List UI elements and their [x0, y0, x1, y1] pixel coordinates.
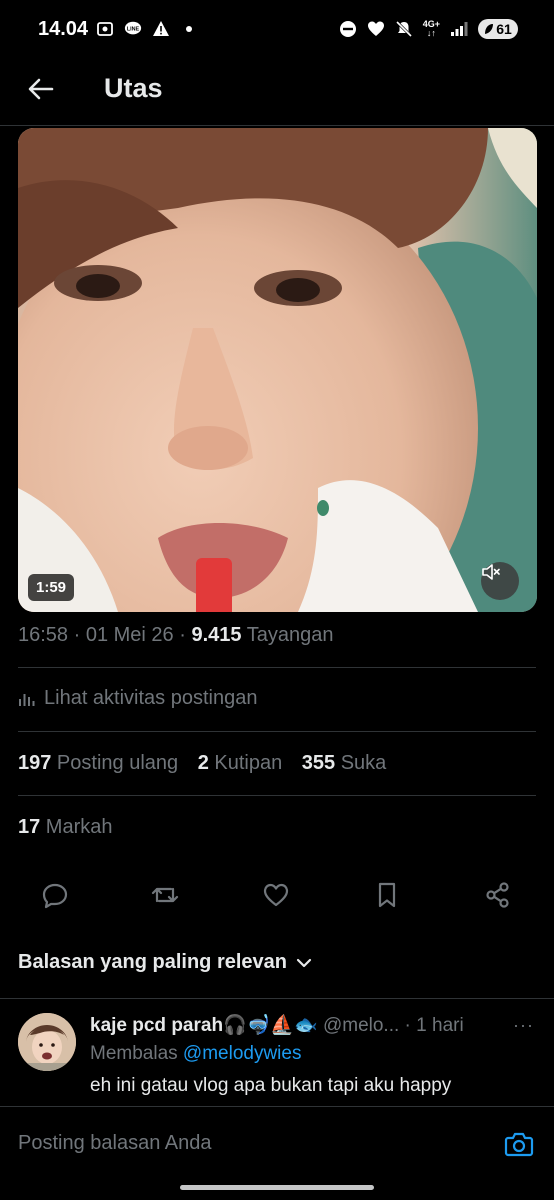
activity-label: Lihat aktivitas postingan: [44, 687, 258, 709]
heart-icon: [367, 20, 385, 38]
reply-text: eh ini gatau vlog apa bukan tapi aku hap…: [90, 1075, 452, 1096]
more-options-icon[interactable]: ···: [513, 1015, 534, 1036]
analytics-icon: [19, 693, 35, 706]
status-bar: 14.04 LINE 4G+ ↓↑ 61: [0, 0, 554, 60]
video-player[interactable]: 1:59: [18, 128, 537, 612]
divider: [18, 731, 536, 732]
view-label: Tayangan: [241, 624, 334, 646]
post-time: 16:58: [18, 624, 69, 646]
repost-icon[interactable]: [148, 878, 182, 912]
reposts-stat[interactable]: 197 Posting ulang: [18, 752, 178, 774]
divider: [18, 667, 536, 668]
battery-indicator: 61: [478, 19, 518, 39]
video-frame-image: [18, 128, 537, 612]
signal-icon: [450, 20, 468, 38]
share-icon[interactable]: [481, 878, 515, 912]
leaf-icon: [485, 24, 494, 34]
warning-icon: [152, 20, 170, 38]
meta-separator: ·: [68, 624, 86, 646]
post-date: 01 Mei 26: [85, 624, 174, 646]
reposts-label: Posting ulang: [51, 752, 179, 774]
view-count: 9.415: [191, 624, 242, 646]
replying-mention-link[interactable]: @melodywies: [183, 1043, 302, 1064]
screenshot-icon: [96, 20, 114, 38]
quotes-stat[interactable]: 2 Kutipan: [198, 752, 283, 774]
camera-icon[interactable]: [504, 1129, 534, 1159]
reply-author-handle[interactable]: @melo...: [318, 1015, 399, 1036]
reply-separator: ·: [399, 1015, 417, 1036]
status-time: 14.04: [38, 18, 89, 40]
post-metadata: 16:58 · 01 Mei 26 · 9.415 Tayangan: [18, 624, 333, 647]
reply-icon[interactable]: [38, 878, 72, 912]
mute-icon: [395, 20, 413, 38]
bookmarks-label: Markah: [40, 816, 113, 838]
dot-icon: [180, 20, 198, 38]
network-4g-icon: 4G+ ↓↑: [422, 19, 440, 38]
volume-muted-icon[interactable]: [481, 562, 519, 600]
reply-time: 1 hari: [416, 1015, 464, 1036]
arrow-left-icon[interactable]: [26, 74, 56, 104]
bookmarks-stat[interactable]: 17 Markah: [18, 816, 113, 839]
meta-separator: ·: [173, 624, 192, 646]
network-label: 4G+: [422, 19, 440, 29]
post-activity-link[interactable]: Lihat aktivitas postingan: [18, 687, 257, 710]
chevron-down-icon: [296, 958, 312, 967]
reply-header: kaje pcd parah🎧🤿⛵🐟 @melo... · 1 hari: [90, 1013, 510, 1037]
replies-sort-dropdown[interactable]: Balasan yang paling relevan: [18, 951, 313, 974]
bookmarks-count: 17: [18, 816, 41, 838]
quotes-count: 2: [197, 752, 209, 774]
do-not-disturb-icon: [339, 20, 357, 38]
reply-item[interactable]: kaje pcd parah🎧🤿⛵🐟 @melo... · 1 hari ···…: [0, 998, 554, 1106]
svg-text:LINE: LINE: [127, 26, 140, 32]
likes-stat[interactable]: 355 Suka: [302, 752, 387, 774]
divider: [18, 795, 536, 796]
top-bar: Utas: [0, 60, 554, 126]
likes-count: 355: [301, 752, 336, 774]
reply-composer: Posting balasan Anda: [0, 1106, 554, 1200]
post-action-bar: [0, 878, 554, 912]
replying-to: Membalas @melodywies: [90, 1043, 301, 1065]
page-title: Utas: [104, 73, 163, 103]
gesture-nav-bar[interactable]: [180, 1185, 374, 1190]
replying-prefix: Membalas: [90, 1043, 183, 1064]
like-icon[interactable]: [259, 878, 293, 912]
engagement-stats: 197 Posting ulang 2 Kutipan 355 Suka: [18, 752, 386, 775]
battery-level: 61: [496, 21, 512, 37]
replies-sort-label: Balasan yang paling relevan: [18, 951, 287, 973]
reply-input[interactable]: Posting balasan Anda: [18, 1132, 212, 1155]
reply-author-name[interactable]: kaje pcd parah🎧🤿⛵🐟: [90, 1015, 318, 1036]
bookmark-icon[interactable]: [370, 878, 404, 912]
likes-label: Suka: [335, 752, 387, 774]
line-app-icon: LINE: [124, 20, 142, 38]
video-duration: 1:59: [28, 574, 75, 601]
reposts-count: 197: [18, 752, 52, 774]
quotes-label: Kutipan: [208, 752, 283, 774]
avatar[interactable]: [18, 1013, 76, 1071]
